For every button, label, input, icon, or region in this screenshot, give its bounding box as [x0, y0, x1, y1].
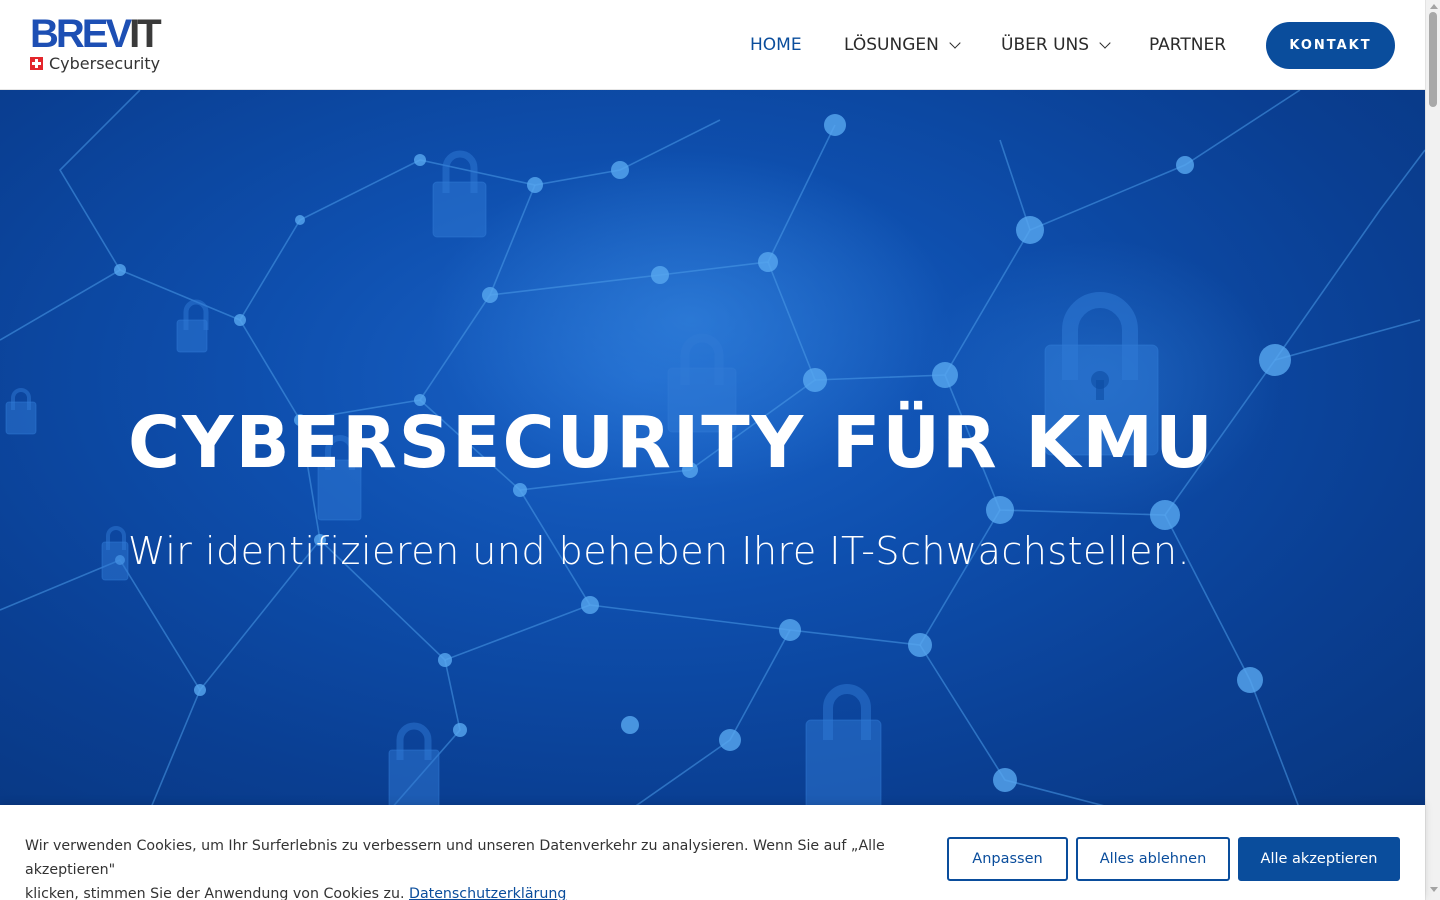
logo-word-part2: IT: [129, 12, 162, 56]
chevron-down-icon: [1099, 37, 1111, 49]
logo-word-part1: BREV: [30, 12, 132, 56]
scroll-down-arrow-icon[interactable]: [1430, 887, 1438, 892]
cookie-text-line2: klicken, stimmen Sie der Anwendung von C…: [25, 886, 405, 900]
reject-all-cookies-button[interactable]: Alles ablehnen: [1076, 837, 1230, 881]
cookie-banner: Wir verwenden Cookies, um Ihr Surferlebn…: [0, 805, 1425, 900]
logo-subtitle: Cybersecurity: [49, 53, 161, 73]
page-scrollbar[interactable]: [1425, 0, 1440, 900]
nav-item-label: ÜBER UNS: [1001, 35, 1090, 55]
hero-title: CYBERSECURITY FÜR KMU: [128, 401, 1215, 484]
nav-item-label: LÖSUNGEN: [844, 35, 939, 55]
privacy-policy-link[interactable]: Datenschutzerklärung: [409, 886, 566, 900]
nav-item-label: PARTNER: [1149, 35, 1227, 55]
nav-item-label: HOME: [750, 35, 802, 55]
hero-subtitle: Wir identifizieren und beheben Ihre IT-S…: [128, 529, 1191, 573]
hero-section: CYBERSECURITY FÜR KMU Wir identifizieren…: [0, 90, 1425, 810]
customize-cookies-button[interactable]: Anpassen: [947, 837, 1068, 881]
scroll-up-arrow-icon[interactable]: [1430, 4, 1438, 9]
swiss-flag-icon: [30, 56, 43, 70]
brevit-logo[interactable]: BREVIT Cybersecurity: [30, 12, 175, 75]
accept-all-cookies-button[interactable]: Alle akzeptieren: [1238, 837, 1400, 881]
scrollbar-thumb[interactable]: [1429, 12, 1437, 107]
nav-item-home[interactable]: HOME: [750, 33, 802, 57]
cookie-text: Wir verwenden Cookies, um Ihr Surferlebn…: [25, 834, 925, 900]
chevron-down-icon: [949, 37, 961, 49]
nav-item-partner[interactable]: PARTNER: [1149, 33, 1226, 57]
logo-wordmark: BREVIT: [30, 12, 162, 56]
logo-subtitle-row: Cybersecurity: [30, 53, 160, 73]
nav-item-loesungen[interactable]: LÖSUNGEN: [844, 33, 961, 57]
kontakt-button[interactable]: KONTAKT: [1266, 22, 1395, 69]
cookie-text-line1: Wir verwenden Cookies, um Ihr Surferlebn…: [25, 838, 885, 878]
nav-item-ueber-uns[interactable]: ÜBER UNS: [1001, 33, 1111, 57]
site-header: BREVIT Cybersecurity HOME LÖSUNGEN ÜBER …: [0, 0, 1425, 90]
